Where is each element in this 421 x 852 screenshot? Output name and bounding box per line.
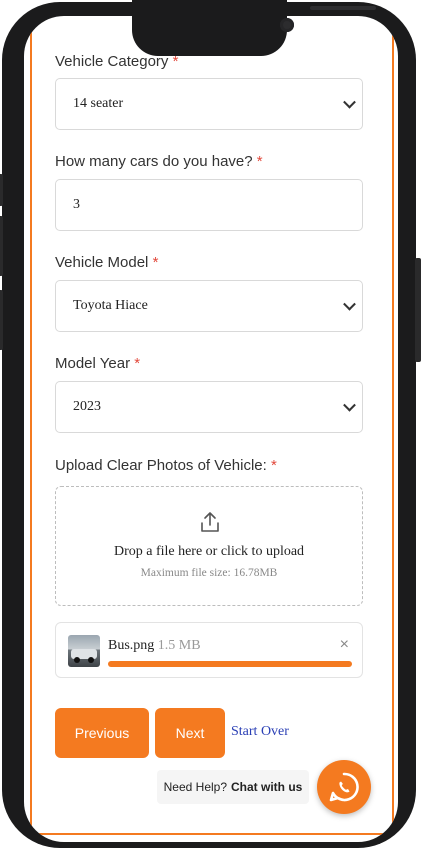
remove-file-icon[interactable]: × <box>340 636 349 654</box>
uploaded-file-item: Bus.png 1.5 MB × <box>55 622 363 678</box>
whatsapp-button[interactable] <box>317 760 371 814</box>
upload-progress-bar <box>108 661 352 667</box>
chevron-down-icon <box>343 95 356 109</box>
whatsapp-icon <box>329 772 359 802</box>
phone-power-button <box>415 258 421 362</box>
upload-progress-fill <box>108 661 352 667</box>
upload-label-text: Upload Clear Photos of Vehicle: <box>55 457 267 474</box>
model-year-label: Model Year * <box>55 355 140 372</box>
model-year-value: 2023 <box>73 399 101 414</box>
required-marker: * <box>134 355 141 372</box>
model-year-label-text: Model Year <box>55 355 131 372</box>
vehicle-model-value: Toyota Hiace <box>73 298 148 313</box>
required-marker: * <box>256 153 263 170</box>
required-marker: * <box>172 53 179 70</box>
vehicle-model-label-text: Vehicle Model <box>55 254 149 271</box>
file-info: Bus.png 1.5 MB <box>108 638 201 654</box>
vehicle-category-label-text: Vehicle Category <box>55 53 169 70</box>
phone-side-button <box>0 174 3 206</box>
upload-max-size: Maximum file size: 16.78MB <box>140 567 278 579</box>
upload-label: Upload Clear Photos of Vehicle: * <box>55 457 277 474</box>
upload-prompt: Drop a file here or click to upload <box>113 544 305 559</box>
camera-icon <box>280 18 294 32</box>
car-count-label-text: How many cars do you have? <box>55 153 253 170</box>
model-year-select[interactable]: 2023 <box>55 381 363 433</box>
car-count-value: 3 <box>73 197 80 212</box>
file-thumbnail <box>68 635 100 667</box>
chat-link[interactable]: Chat with us <box>231 780 302 794</box>
vehicle-model-select[interactable]: Toyota Hiace <box>55 280 363 332</box>
phone-volume-down <box>0 290 3 350</box>
file-name: Bus.png <box>108 638 155 653</box>
previous-button[interactable]: Previous <box>55 708 149 758</box>
start-over-link[interactable]: Start Over <box>231 724 289 740</box>
car-count-input[interactable]: 3 <box>55 179 363 231</box>
chevron-down-icon <box>343 398 356 412</box>
help-chat-bar[interactable]: Need Help? Chat with us <box>157 770 309 804</box>
required-marker: * <box>152 254 159 271</box>
required-marker: * <box>270 457 277 474</box>
phone-notch <box>132 0 376 56</box>
chevron-down-icon <box>343 297 356 311</box>
vehicle-category-value: 14 seater <box>73 96 124 111</box>
help-text: Need Help? <box>163 780 228 794</box>
file-size: 1.5 MB <box>157 638 201 653</box>
speaker <box>310 6 376 10</box>
car-count-label: How many cars do you have? * <box>55 153 263 170</box>
next-button[interactable]: Next <box>155 708 225 758</box>
phone-volume-up <box>0 216 3 276</box>
upload-icon <box>201 512 219 532</box>
vehicle-category-label: Vehicle Category * <box>55 53 178 70</box>
file-dropzone[interactable]: Drop a file here or click to upload Maxi… <box>55 486 363 606</box>
vehicle-model-label: Vehicle Model * <box>55 254 158 271</box>
vehicle-category-select[interactable]: 14 seater <box>55 78 363 130</box>
